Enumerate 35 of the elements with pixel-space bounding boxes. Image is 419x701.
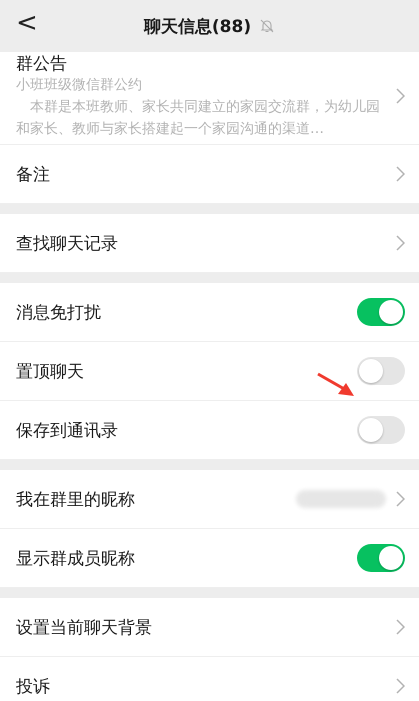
chevron-right-icon (396, 235, 405, 251)
row-label: 消息免打扰 (16, 302, 101, 324)
announcement-subtitle: 小班班级微信群公约 (16, 76, 143, 95)
row-label: 显示群成员昵称 (16, 548, 135, 570)
toggle-switch[interactable] (357, 298, 405, 326)
settings-row[interactable]: 保存到通讯录 (0, 401, 419, 460)
row-label: 我在群里的昵称 (16, 488, 135, 510)
window-title: 聊天信息(88) (144, 16, 252, 38)
back-button[interactable]: < (10, 8, 44, 38)
chevron-right-icon (396, 619, 405, 635)
settings-row[interactable]: 查找聊天记录 (0, 214, 419, 273)
row-label: 备注 (16, 164, 50, 186)
announcement-text: 本群是本班教师、家长共同建立的家园交流群，为幼儿园和家长、教师与家长搭建起一个家园沟通的渠道… (16, 98, 381, 139)
toggle-switch[interactable] (357, 357, 405, 385)
chevron-right-icon (396, 166, 405, 182)
row-label: 置顶聊天 (16, 360, 84, 382)
settings-row[interactable]: 备注 (0, 145, 419, 204)
toggle-switch[interactable] (357, 544, 405, 572)
row-label: 设置当前聊天背景 (16, 616, 152, 638)
row-label: 查找聊天记录 (16, 232, 118, 254)
settings-row[interactable]: 置顶聊天 (0, 342, 419, 401)
row-label: 保存到通讯录 (16, 420, 118, 442)
settings-row[interactable]: 显示群成员昵称 (0, 529, 419, 588)
row-label: 投诉 (16, 676, 50, 698)
chevron-right-icon (396, 678, 405, 694)
settings-row[interactable]: 设置当前聊天背景 (0, 598, 419, 657)
settings-row[interactable]: 投诉 (0, 657, 419, 701)
chevron-right-icon (396, 491, 405, 507)
announcement-item[interactable]: 群公告 小班班级微信群公约 本群是本班教师、家长共同建立的家园交流群，为幼儿园和家长、教师与家长搭建起一个家园沟通的渠道… (0, 52, 419, 144)
announcement-title: 群公告 (16, 54, 68, 74)
settings-row[interactable]: 消息免打扰 (0, 283, 419, 342)
toggle-switch[interactable] (357, 416, 405, 444)
settings-row[interactable]: 我在群里的昵称 (0, 470, 419, 529)
chevron-right-icon (396, 88, 405, 104)
arrow-annotation (316, 372, 356, 398)
